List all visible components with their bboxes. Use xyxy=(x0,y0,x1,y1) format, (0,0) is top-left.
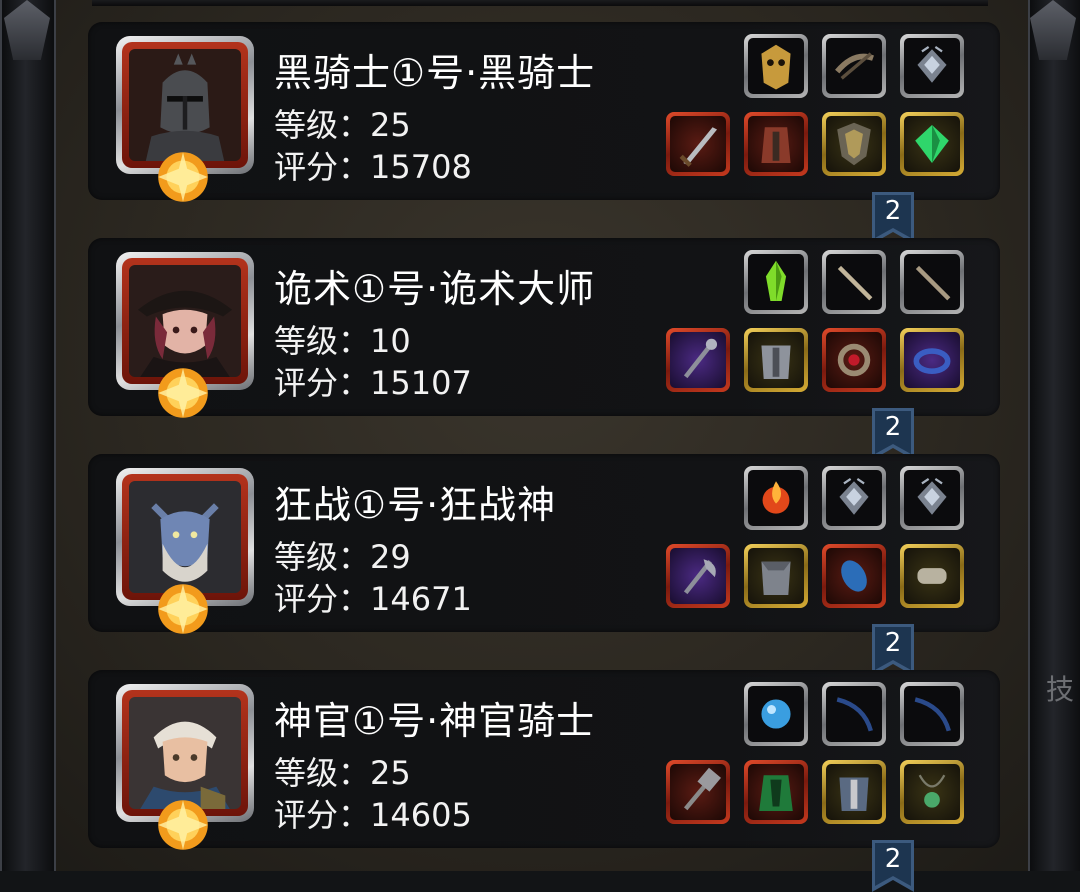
hero-level: 等级：25 xyxy=(274,106,411,144)
hero-score: 评分：15708 xyxy=(274,148,472,186)
chest-armor-icon xyxy=(748,332,804,388)
page-ribbon-marker: 2 xyxy=(872,840,914,892)
rank-medal-icon xyxy=(152,146,214,208)
ruby-ring-icon xyxy=(826,332,882,388)
skill-slot[interactable] xyxy=(822,250,886,314)
golden-mask-icon xyxy=(748,38,804,94)
rank-badge-icon xyxy=(826,470,882,526)
hooded-girl-portrait xyxy=(129,265,241,377)
skill-slot[interactable] xyxy=(744,682,808,746)
skill-slot[interactable] xyxy=(744,466,808,530)
equipment-slot[interactable] xyxy=(900,760,964,824)
knight-armor-icon xyxy=(826,764,882,820)
ribbon-number: 2 xyxy=(884,844,902,874)
sapphire-ring-icon xyxy=(904,332,960,388)
scepter-icon xyxy=(670,332,726,388)
hero-name: 狂战①号·狂战神 xyxy=(274,483,557,527)
equipment-slot[interactable] xyxy=(744,760,808,824)
equipment-slot[interactable] xyxy=(744,328,808,392)
hero-score: 评分：14671 xyxy=(274,580,472,618)
crossbow-icon xyxy=(826,38,882,94)
equipment-slot[interactable] xyxy=(666,328,730,392)
page-ribbon-marker: 2 xyxy=(872,408,914,460)
equipment-slot[interactable] xyxy=(666,760,730,824)
blue-demon-portrait xyxy=(129,481,241,593)
hero-name: 黑骑士①号·黑骑士 xyxy=(274,51,596,95)
skill-slot[interactable] xyxy=(822,34,886,98)
rank-medal-icon xyxy=(152,578,214,640)
dagger-icon xyxy=(826,254,882,310)
green-gem-icon xyxy=(904,116,960,172)
battle-axe-icon xyxy=(670,548,726,604)
equipment-slot[interactable] xyxy=(822,328,886,392)
rank-badge-icon xyxy=(904,470,960,526)
white-haired-knight-portrait xyxy=(129,697,241,809)
hero-level: 等级：10 xyxy=(274,322,411,360)
hero-name: 神官①号·神官骑士 xyxy=(274,699,596,743)
equipment-slot[interactable] xyxy=(744,544,808,608)
hero-name: 诡术①号·诡术大师 xyxy=(274,267,596,311)
hero-card[interactable]: 神官①号·神官骑士 等级：25 评分：14605 xyxy=(88,670,1000,850)
blue-orb-icon xyxy=(748,686,804,742)
hero-score: 评分：14605 xyxy=(274,796,472,834)
skill-slot[interactable] xyxy=(822,466,886,530)
red-armor-icon xyxy=(748,116,804,172)
equipment-slot[interactable] xyxy=(744,112,808,176)
shield-icon xyxy=(826,116,882,172)
hero-card[interactable]: 诡术①号·诡术大师 等级：10 评分：15107 xyxy=(88,238,1000,418)
right-frame-border xyxy=(1028,0,1080,871)
hero-score: 评分：15107 xyxy=(274,364,472,402)
skill-slot[interactable] xyxy=(900,466,964,530)
equipment-slot[interactable] xyxy=(900,112,964,176)
equipment-slot[interactable] xyxy=(666,544,730,608)
equipment-slot[interactable] xyxy=(666,112,730,176)
blade-icon xyxy=(904,254,960,310)
bow-icon xyxy=(904,686,960,742)
amulet-icon xyxy=(904,764,960,820)
equipment-slot[interactable] xyxy=(822,544,886,608)
skill-slot[interactable] xyxy=(900,34,964,98)
bow-icon xyxy=(826,686,882,742)
ribbon-number: 2 xyxy=(884,412,902,442)
list-top-edge xyxy=(92,0,988,6)
bracer-icon xyxy=(904,548,960,604)
skill-slot[interactable] xyxy=(822,682,886,746)
equipment-slot[interactable] xyxy=(822,112,886,176)
skill-slot[interactable] xyxy=(900,682,964,746)
ribbon-number: 2 xyxy=(884,628,902,658)
page-ribbon-marker: 2 xyxy=(872,192,914,244)
green-robe-icon xyxy=(748,764,804,820)
hero-level: 等级：29 xyxy=(274,538,411,576)
ribbon-number: 2 xyxy=(884,196,902,226)
rank-badge-icon xyxy=(904,38,960,94)
steel-armor-icon xyxy=(748,548,804,604)
rank-medal-icon xyxy=(152,362,214,424)
hero-card[interactable]: 黑骑士①号·黑骑士 等级：25 评分：15708 xyxy=(88,22,1000,202)
page-ribbon-marker: 2 xyxy=(872,624,914,676)
greatsword-icon xyxy=(670,116,726,172)
equipment-slot[interactable] xyxy=(900,544,964,608)
skill-slot[interactable] xyxy=(744,34,808,98)
green-crystal-icon xyxy=(748,254,804,310)
hero-level: 等级：25 xyxy=(274,754,411,792)
equipment-slot[interactable] xyxy=(822,760,886,824)
rank-medal-icon xyxy=(152,794,214,856)
hero-card[interactable]: 狂战①号·狂战神 等级：29 评分：14671 xyxy=(88,454,1000,634)
fire-orb-icon xyxy=(748,470,804,526)
dark-knight-portrait xyxy=(129,49,241,161)
background-partial-text: 技 xyxy=(1046,673,1075,706)
skill-slot[interactable] xyxy=(900,250,964,314)
skill-slot[interactable] xyxy=(744,250,808,314)
equipment-slot[interactable] xyxy=(900,328,964,392)
left-frame-border xyxy=(0,0,56,871)
warhammer-icon xyxy=(670,764,726,820)
blue-shield-icon xyxy=(826,548,882,604)
